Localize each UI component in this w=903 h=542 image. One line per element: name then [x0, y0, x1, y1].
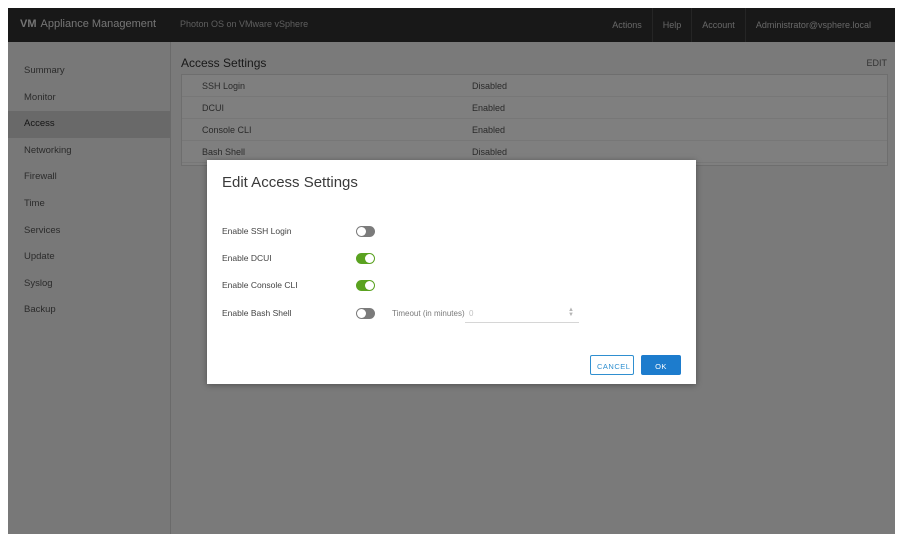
enable-bash-shell-toggle[interactable]: [356, 308, 375, 319]
cancel-button[interactable]: CANCEL: [590, 355, 634, 375]
enable-console-cli-label: Enable Console CLI: [222, 280, 298, 290]
app-window: VMAppliance Management Photon OS on VMwa…: [8, 8, 895, 534]
timeout-input[interactable]: [465, 304, 579, 323]
row-enable-ssh: Enable SSH Login: [222, 222, 692, 242]
ok-button[interactable]: OK: [641, 355, 681, 375]
enable-dcui-label: Enable DCUI: [222, 253, 272, 263]
row-enable-dcui: Enable DCUI: [222, 249, 692, 269]
toggle-knob: [365, 254, 374, 263]
timeout-label: Timeout (in minutes): [392, 309, 465, 318]
edit-access-settings-dialog: Edit Access Settings Enable SSH Login En…: [207, 160, 696, 384]
enable-ssh-toggle[interactable]: [356, 226, 375, 237]
dialog-title: Edit Access Settings: [222, 174, 358, 191]
enable-ssh-label: Enable SSH Login: [222, 226, 292, 236]
enable-console-cli-toggle[interactable]: [356, 280, 375, 291]
enable-dcui-toggle[interactable]: [356, 253, 375, 264]
toggle-knob: [357, 227, 366, 236]
toggle-knob: [357, 309, 366, 318]
enable-bash-shell-label: Enable Bash Shell: [222, 308, 292, 318]
toggle-knob: [365, 281, 374, 290]
spinner-arrows-icon[interactable]: ▲ ▼: [568, 307, 574, 318]
row-enable-console-cli: Enable Console CLI: [222, 276, 692, 296]
row-enable-bash-shell: Enable Bash Shell Timeout (in minutes) ▲…: [222, 304, 692, 324]
